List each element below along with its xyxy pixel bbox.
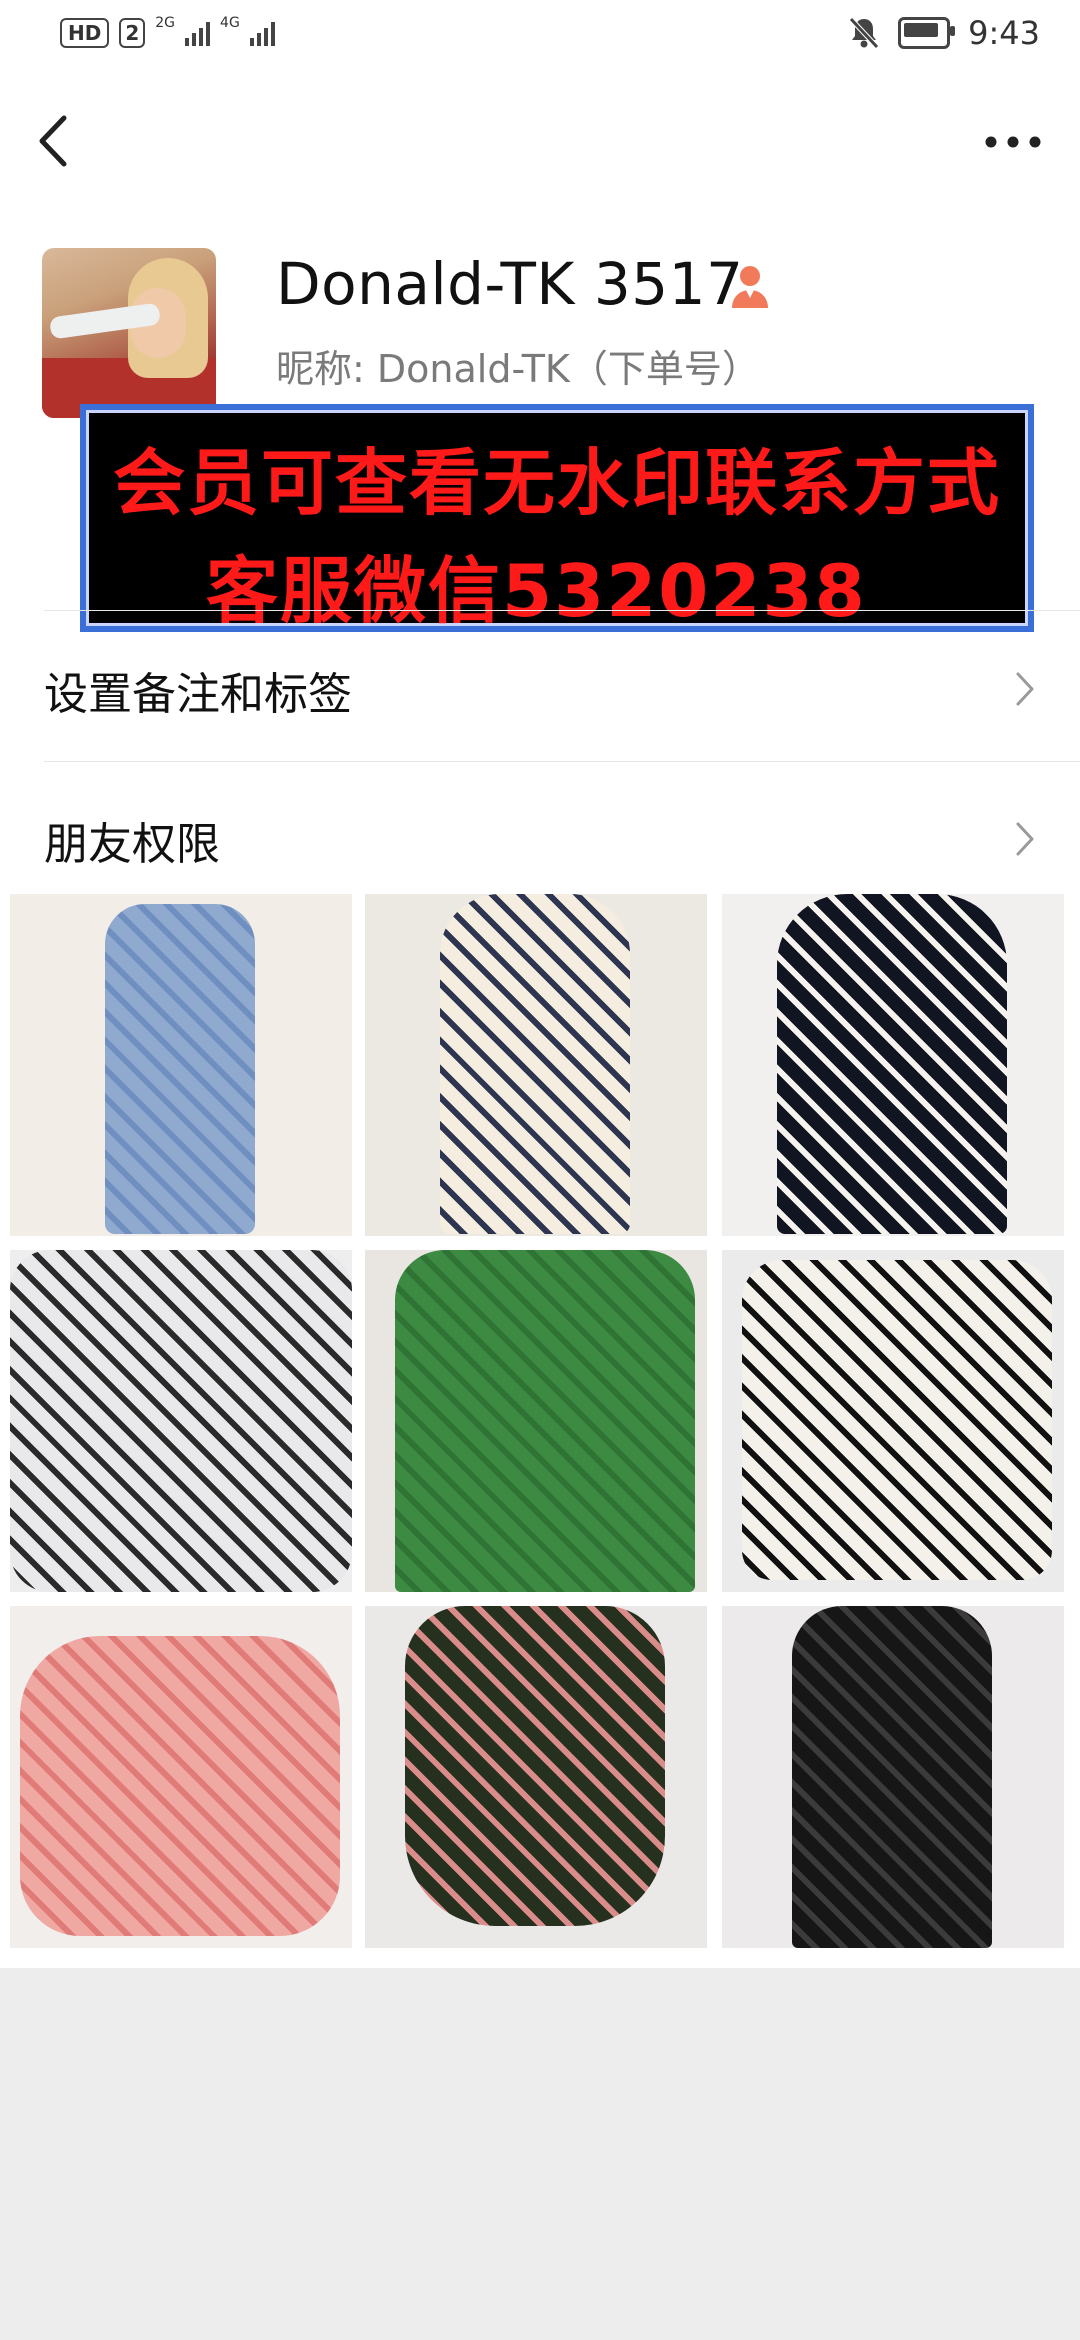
clock: 9:43 bbox=[968, 14, 1040, 52]
dark-floral-skirt-garment bbox=[405, 1606, 665, 1926]
avatar[interactable] bbox=[42, 248, 216, 418]
friend-permissions-label: 朋友权限 bbox=[44, 819, 220, 870]
photo-tile-7[interactable] bbox=[10, 1606, 352, 1948]
cream-floral-dress-garment bbox=[440, 894, 630, 1234]
back-arrow-icon[interactable] bbox=[30, 106, 80, 176]
sim-indicator: 2 bbox=[119, 18, 146, 48]
photo-tile-1[interactable] bbox=[10, 894, 352, 1236]
pink-floral-blouse-garment bbox=[20, 1636, 340, 1936]
photo-tile-9[interactable] bbox=[722, 1606, 1064, 1948]
banner-line-1: 会员可查看无水印联系方式 bbox=[112, 441, 1001, 525]
photo-tile-3[interactable] bbox=[722, 894, 1064, 1236]
photo-tile-4[interactable] bbox=[10, 1250, 352, 1592]
black-sheer-dress-garment bbox=[792, 1606, 992, 1948]
status-left: HD 2 2G 4G bbox=[60, 15, 275, 48]
battery-icon bbox=[898, 17, 956, 49]
signal-icon bbox=[185, 20, 211, 46]
friend-permissions-row[interactable]: 朋友权限 bbox=[0, 770, 1080, 910]
plaid-shirt-dress-garment bbox=[10, 1250, 352, 1592]
photo-grid bbox=[10, 894, 1070, 1950]
status-right: 9:43 bbox=[848, 14, 1040, 52]
divider bbox=[44, 761, 1080, 762]
signal-icon-2 bbox=[249, 20, 275, 46]
photo-tile-6[interactable] bbox=[722, 1250, 1064, 1592]
status-bar: HD 2 2G 4G 9:43 bbox=[0, 0, 1080, 72]
person-icon bbox=[732, 266, 768, 308]
watermark-banner: 会员可查看无水印联系方式 客服微信5320238 bbox=[80, 404, 1034, 633]
nickname-value: Donald-TK（下单号） bbox=[376, 347, 760, 391]
remark-tags-label: 设置备注和标签 bbox=[44, 669, 352, 720]
photo-tile-2[interactable] bbox=[365, 894, 707, 1236]
photo-tile-5[interactable] bbox=[365, 1250, 707, 1592]
green-polo-shirt-garment bbox=[395, 1250, 695, 1592]
network-type-1: 2G bbox=[155, 15, 176, 31]
nickname-row: 昵称: Donald-TK（下单号） bbox=[276, 338, 760, 393]
blue-floral-dress-garment bbox=[105, 904, 255, 1234]
remark-tags-row[interactable]: 设置备注和标签 bbox=[0, 620, 1080, 760]
nickname-label: 昵称: bbox=[276, 347, 365, 391]
black-collar-dress-garment bbox=[777, 894, 1007, 1234]
divider bbox=[44, 610, 1080, 611]
more-icon[interactable] bbox=[978, 112, 1048, 172]
chevron-right-icon bbox=[1016, 672, 1034, 706]
hd-indicator: HD bbox=[60, 18, 110, 48]
photo-tile-8[interactable] bbox=[365, 1606, 707, 1948]
network-type-2: 4G bbox=[220, 15, 240, 31]
chevron-right-icon bbox=[1016, 822, 1034, 856]
white-knit-cardigan-garment bbox=[742, 1260, 1052, 1580]
profile-name: Donald-TK 3517 bbox=[276, 250, 744, 318]
bell-mute-icon bbox=[849, 17, 879, 49]
